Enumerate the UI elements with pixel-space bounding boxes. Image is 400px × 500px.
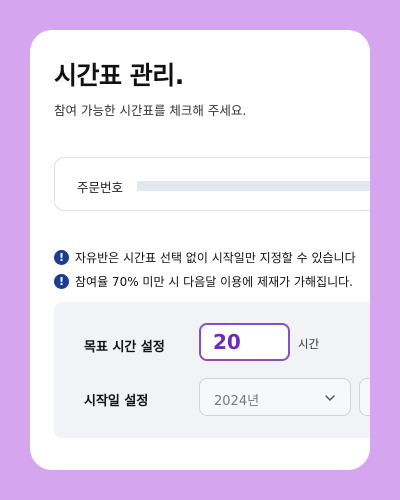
notice-text: 참여율 70% 미만 시 다음달 이용에 제재가 가해집니다. [75,275,353,289]
goal-time-label: 목표 시간 설정 [84,340,165,355]
order-number-field: 주문번호 [54,157,370,211]
notice-free-class: ! 자유반은 시간표 선택 없이 시작일만 지정할 수 있습니다 [54,249,356,266]
start-date-label: 시작일 설정 [84,394,149,409]
order-number-value-placeholder [137,181,370,191]
goal-time-unit: 시간 [298,337,320,351]
year-select[interactable]: 2024년 [199,378,351,416]
timetable-card: 시간표 관리. 참여 가능한 시간표를 체크해 주세요. 주문번호 ! 자유반은 … [30,30,370,470]
page-subtitle: 참여 가능한 시간표를 체크해 주세요. [54,103,247,118]
month-select[interactable] [359,378,370,416]
notice-text: 자유반은 시간표 선택 없이 시작일만 지정할 수 있습니다 [75,251,356,265]
settings-panel: 목표 시간 설정 20 시간 시작일 설정 2024년 [54,302,370,438]
order-number-label: 주문번호 [77,180,124,195]
page-title: 시간표 관리. [54,61,184,90]
info-icon: ! [54,274,69,289]
info-icon: ! [54,250,69,265]
goal-time-input[interactable]: 20 [199,323,290,361]
year-select-value: 2024년 [214,394,260,409]
notice-participation: ! 참여율 70% 미만 시 다음달 이용에 제재가 가해집니다. [54,273,353,290]
chevron-down-icon [325,395,335,401]
